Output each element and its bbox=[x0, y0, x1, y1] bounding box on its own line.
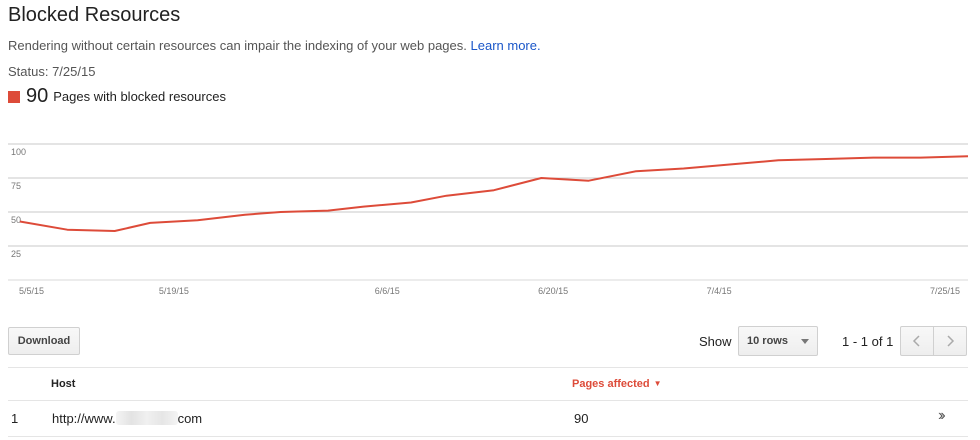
metric-label: Pages with blocked resources bbox=[53, 89, 226, 104]
x-tick-label-7/4/15: 7/4/15 bbox=[707, 286, 732, 296]
x-tick-label-5/5/15: 5/5/15 bbox=[19, 286, 44, 296]
sort-desc-icon: ▼ bbox=[653, 379, 662, 388]
chevron-down-icon bbox=[801, 339, 809, 344]
metric-legend: 90 Pages with blocked resources bbox=[8, 85, 226, 108]
table-header-divider bbox=[8, 400, 968, 401]
metric-value: 90 bbox=[26, 85, 49, 107]
learn-more-link[interactable]: Learn more. bbox=[471, 38, 541, 53]
double-chevron-right-icon[interactable]: ›› bbox=[938, 407, 945, 425]
series-line-0 bbox=[19, 155, 969, 232]
rows-per-page-select[interactable]: 10 rows bbox=[738, 326, 818, 356]
next-page-button[interactable] bbox=[933, 326, 967, 356]
y-tick-label-50: 50 bbox=[11, 215, 21, 225]
table-top-divider bbox=[8, 367, 968, 368]
table-bottom-divider bbox=[8, 436, 968, 437]
description-text: Rendering without certain resources can … bbox=[8, 38, 467, 53]
rows-select-value: 10 rows bbox=[747, 335, 788, 347]
column-header-pages-affected[interactable]: Pages affected ▼ bbox=[572, 378, 662, 390]
page-description: Rendering without certain resources can … bbox=[8, 38, 541, 53]
redacted-block bbox=[115, 411, 178, 425]
x-tick-label-6/6/15: 6/6/15 bbox=[375, 286, 400, 296]
legend-swatch bbox=[8, 90, 20, 103]
blocked-resources-chart: 25 50 75 100 5/5/15 5/19/15 6/6/15 6/20/15 7/4/1… bbox=[8, 143, 969, 296]
x-tick-label-5/19/15: 5/19/15 bbox=[159, 286, 189, 296]
pages-affected-cell: 90 bbox=[574, 411, 589, 426]
status-text: Status: 7/25/15 bbox=[8, 64, 96, 79]
download-button[interactable]: Download bbox=[8, 327, 80, 355]
pagination-text: 1 - 1 of 1 bbox=[842, 334, 894, 349]
chevron-right-icon bbox=[947, 335, 955, 347]
host-suffix: com bbox=[177, 411, 203, 426]
y-tick-label-100: 100 bbox=[11, 147, 26, 157]
x-tick-label-7/25/15: 7/25/15 bbox=[930, 286, 960, 296]
chevron-left-icon bbox=[912, 335, 920, 347]
host-prefix: http://www. bbox=[52, 411, 116, 426]
column-header-host[interactable]: Host bbox=[51, 378, 75, 390]
host-cell: http://www. com bbox=[52, 411, 202, 426]
page-title: Blocked Resources bbox=[8, 4, 181, 26]
y-tick-label-75: 75 bbox=[11, 181, 21, 191]
show-label: Show bbox=[699, 334, 732, 349]
x-tick-label-6/20/15: 6/20/15 bbox=[538, 286, 568, 296]
row-index: 1 bbox=[11, 411, 19, 426]
y-tick-label-25: 25 bbox=[11, 249, 21, 259]
previous-page-button[interactable] bbox=[900, 326, 934, 356]
pages-affected-label: Pages affected bbox=[572, 378, 650, 390]
